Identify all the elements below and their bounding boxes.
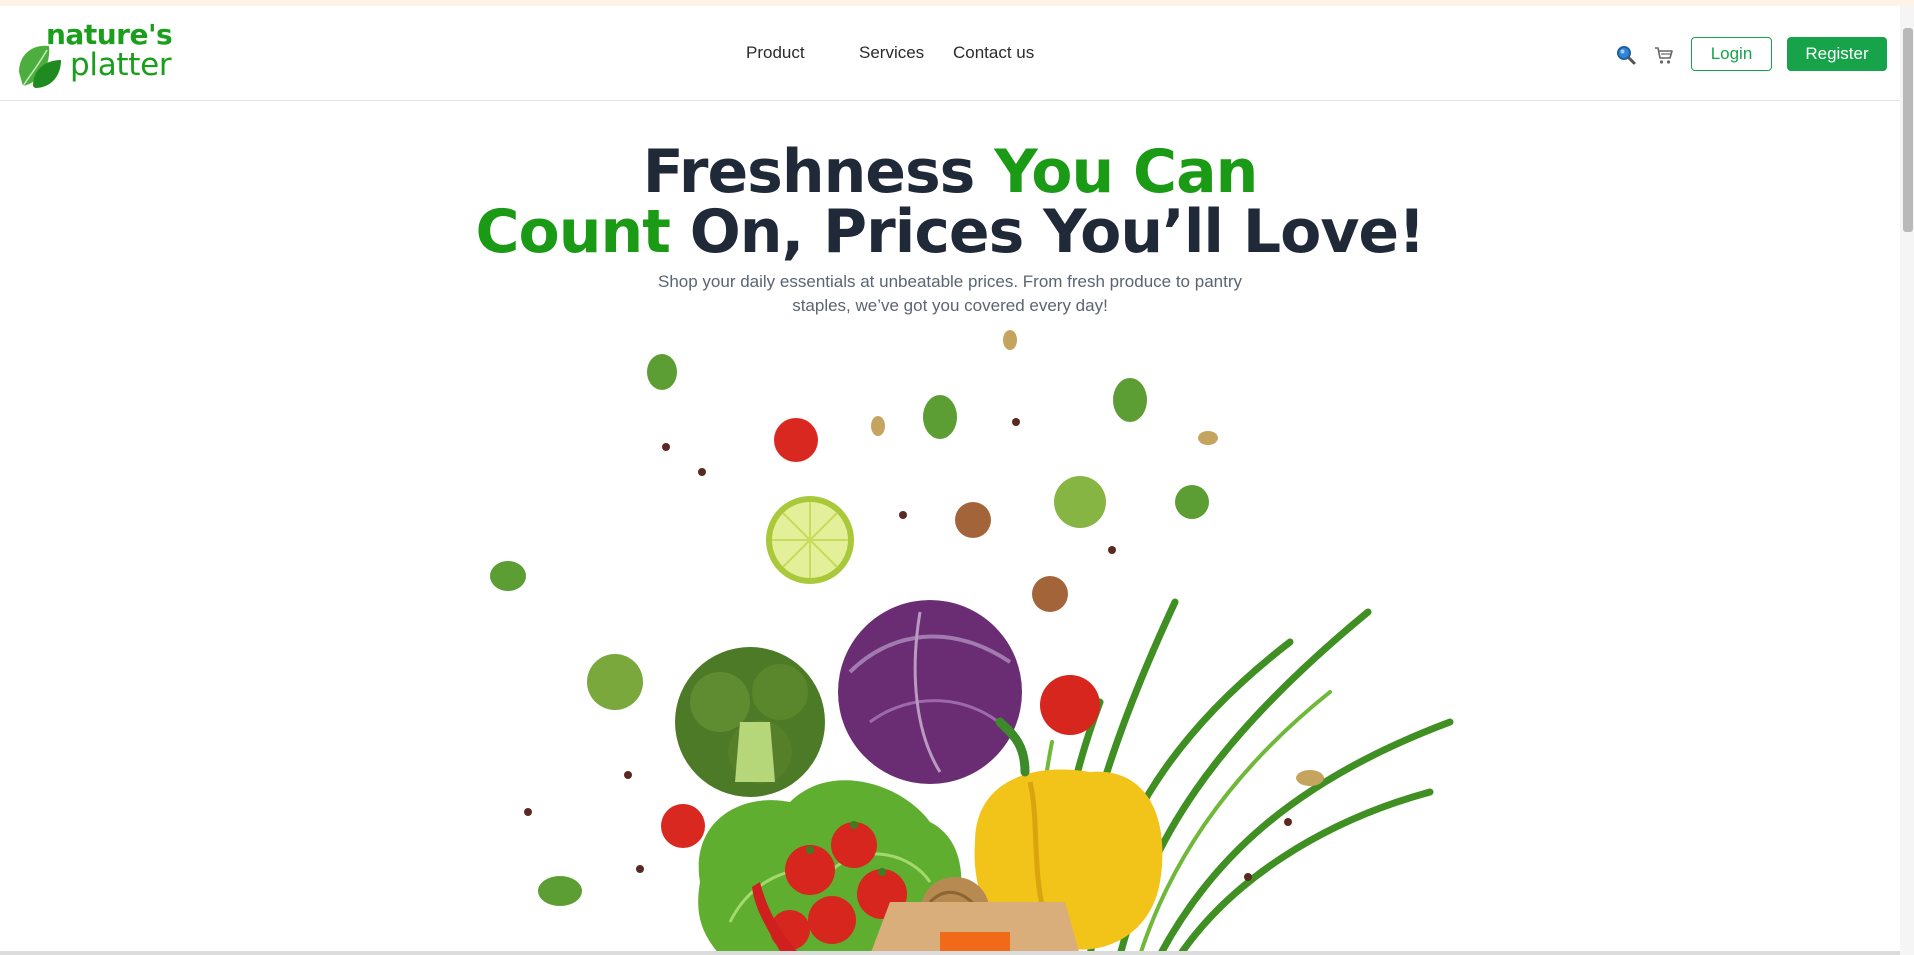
hero-title-line-1: Freshness You Can xyxy=(0,142,1900,202)
cart-icon[interactable] xyxy=(1652,43,1676,67)
hero-title-highlight-2: Count xyxy=(475,197,671,267)
hero-title-part-2: On, Prices You’ll Love! xyxy=(669,197,1426,267)
bottom-divider xyxy=(0,951,1900,955)
hero-subtitle: Shop your daily essentials at unbeatable… xyxy=(658,272,1242,315)
login-button[interactable]: Login xyxy=(1691,37,1772,71)
hero-section: Freshness You Can Count On, Prices You’l… xyxy=(0,102,1900,955)
vegetables-illustration xyxy=(490,330,1454,955)
register-button[interactable]: Register xyxy=(1787,37,1887,71)
scrollbar-thumb[interactable] xyxy=(1903,28,1913,232)
page-scrollbar[interactable] xyxy=(1900,6,1914,955)
nav-product[interactable]: Product xyxy=(746,43,805,63)
hero-title: Freshness You Can Count On, Prices You’l… xyxy=(0,142,1900,262)
hero-title-line-2: Count On, Prices You’ll Love! xyxy=(0,202,1900,262)
nav-services[interactable]: Services xyxy=(859,43,924,63)
search-icon[interactable] xyxy=(1614,43,1638,67)
nav-contact-us[interactable]: Contact us xyxy=(953,43,1034,63)
site-header: nature's platter Product Services Contac… xyxy=(0,6,1900,101)
